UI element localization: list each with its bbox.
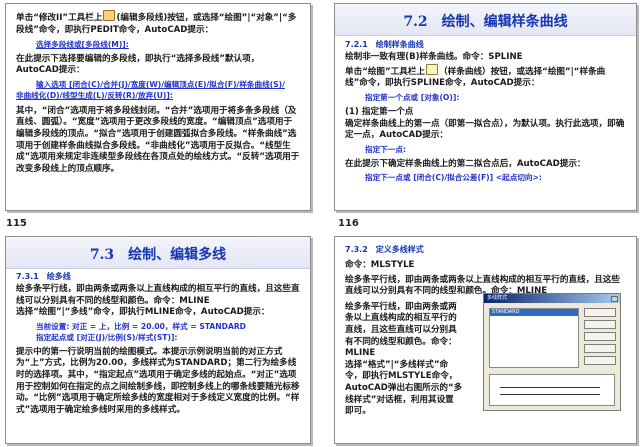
mlstyle-dialog-screenshot: 多线样式 STANDARD <box>483 293 621 411</box>
paragraph: 其中，“闭合”选项用于将多段线封闭。“合并”选项用于将多条多段线（及直线、圆弧）… <box>16 105 300 174</box>
title-band: 7.3 绘制、编辑多线 <box>6 237 310 269</box>
slide-title: 7.2 绘制、编辑样条曲线 <box>403 14 568 30</box>
paragraph: 单击“绘图”工具栏上 （样条曲线）按钮，或选择“绘图”|“样条曲线”命令，即执行S… <box>335 63 636 90</box>
title-band: 7.2 绘制、编辑样条曲线 <box>335 4 636 36</box>
edit-polyline-icon <box>103 10 116 21</box>
command-prompt: 指定下一点或 [闭合(C)/拟合公差(F)] <起点切向>: <box>365 173 542 183</box>
paragraph: 选择“绘图”|“多线”命令，即执行MLINE命令，AutoCAD提示： <box>16 307 270 318</box>
paragraph: 确定样条曲线上的第一点（即第一拟合点），为默认项。执行此选项，即确定一点，Aut… <box>345 118 625 141</box>
text: 单击“绘图”工具栏上 <box>345 66 426 77</box>
command-line: 命令：MLSTYLE <box>345 260 415 270</box>
dialog-button <box>584 344 616 353</box>
paragraph: 提示中的第一行说明当前的绘图模式。本提示示例说明当前的对正方式为“上”方式，比例… <box>16 346 300 415</box>
command-prompt: 指定起点或 [对正(J)/比例(S)/样式(ST)]: <box>36 333 178 343</box>
spline-tool-icon <box>426 63 439 75</box>
command-prompt: 非曲线化(D)/线型生成(L)/反转(R)/放弃(U)]: <box>16 91 173 101</box>
page-number: 115 <box>6 218 27 229</box>
text: 单击“修改II”工具栏上 <box>16 13 103 23</box>
dialog-button <box>584 320 616 329</box>
paragraph: 绘制非一致有理(B)样条曲线。命令：SPLINE <box>345 52 523 62</box>
slide-title: 7.3 绘制、编辑多线 <box>89 247 227 263</box>
slide-mlstyle: 7.3.2 定义多线样式 命令：MLSTYLE 绘多条平行线，即由两条或两条以上… <box>334 236 637 444</box>
command-prompt: 输入选项 [闭合(C)/合并(J)/宽度(W)/编辑顶点(E)/拟合(F)/样条… <box>36 79 285 89</box>
dialog-button <box>584 308 616 317</box>
command-prompt: 指定下一点: <box>365 145 407 155</box>
style-preview <box>489 374 615 406</box>
slide-pedit: 单击“修改II”工具栏上 (编辑多段线)按钮，或选择“绘图”|“对象”|“多段线”… <box>5 3 311 211</box>
slide-spline: 7.2 绘制、编辑样条曲线 7.2.1 绘制样条曲线 绘制非一致有理(B)样条曲… <box>334 3 637 211</box>
paragraph: 绘多条平行线，即由两条或两条以上直线构成的相互平行的直线，且这些直线可以分别具有… <box>16 284 300 306</box>
paragraph: 单击“修改II”工具栏上 (编辑多段线)按钮，或选择“绘图”|“对象”|“多段线”… <box>6 10 310 36</box>
command-prompt: 指定第一个点或 [对象(O)]: <box>365 92 460 102</box>
close-icon <box>611 295 618 302</box>
section-heading: 7.2.1 绘制样条曲线 <box>345 40 424 49</box>
style-list: STANDARD <box>489 308 579 368</box>
list-heading: (1) 指定第一个点 <box>345 107 414 118</box>
command-prompt: 当前设置: 对正 = 上，比例 = 20.00，样式 = STANDARD <box>36 321 246 331</box>
paragraph: 在此提示下确定样条曲线上的第二拟合点后，AutoCAD提示： <box>345 158 586 169</box>
page-number: 116 <box>338 218 359 229</box>
dialog-button <box>584 332 616 341</box>
command-prompt: 选择多段线或[多段线(M)]: <box>36 40 129 50</box>
dialog-title: 多线样式 <box>487 295 508 301</box>
style-list-item: STANDARD <box>490 309 578 316</box>
dialog-titlebar: 多线样式 <box>484 294 620 303</box>
section-heading: 7.3.2 定义多线样式 <box>345 245 424 254</box>
paragraph: 在此提示下选择要编辑的多段线，即执行“选择多段线”默认项，AutoCAD提示： <box>16 53 260 76</box>
slide-mline: 7.3 绘制、编辑多线 7.3.1 绘多线 绘多条平行线，即由两条或两条以上直线… <box>5 236 311 444</box>
preview-line <box>500 387 600 388</box>
dialog-button <box>584 356 616 365</box>
section-heading: 7.3.1 绘多线 <box>16 272 71 281</box>
preview-line <box>500 394 600 395</box>
